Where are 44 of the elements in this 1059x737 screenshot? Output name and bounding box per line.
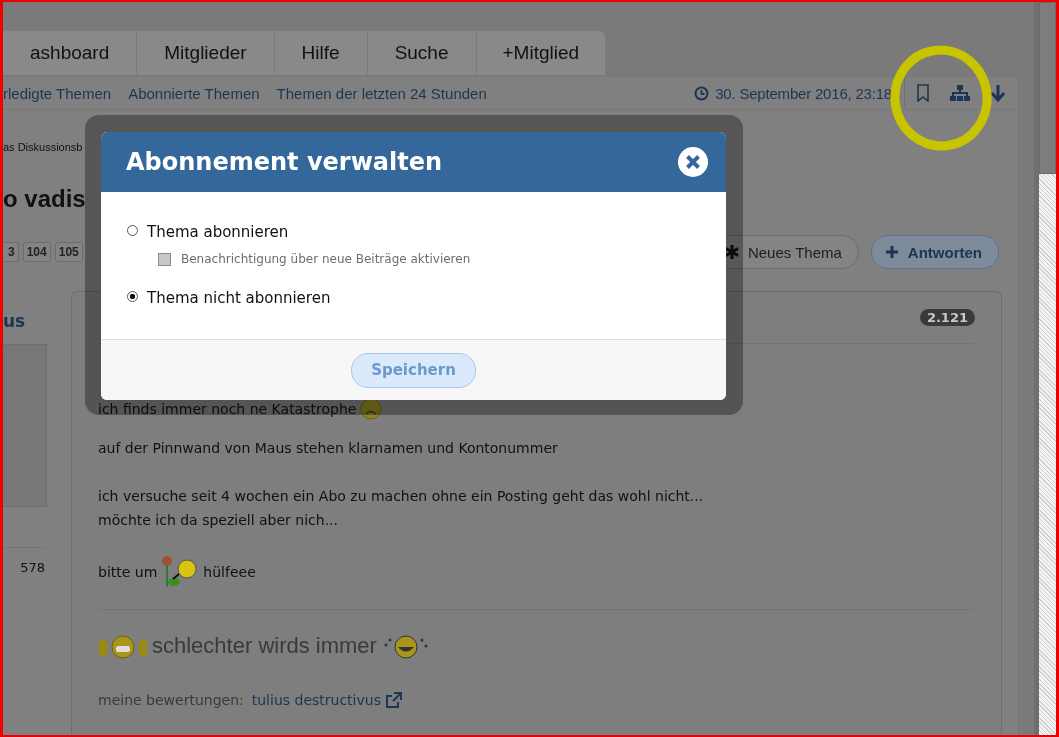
post-count: 578 bbox=[3, 547, 45, 575]
dialog-title: Abonnement verwalten bbox=[126, 148, 444, 176]
page-link[interactable]: 105 bbox=[54, 242, 83, 262]
rose-smiley-icon bbox=[161, 555, 200, 589]
radio-button[interactable] bbox=[127, 224, 138, 236]
nav-tab[interactable]: +Mitglied bbox=[476, 31, 607, 75]
post-datetime: 30. September 2016, 23:18 bbox=[715, 84, 892, 102]
ratings-label: meine bewertungen: bbox=[98, 692, 244, 708]
laughing-smiley-icon bbox=[382, 632, 429, 660]
reply-button[interactable]: Antworten bbox=[870, 235, 999, 269]
post-paragraph: ich versuche seit 4 wochen ein Abo zu machen ohne ein Posting geht das wohl nicht... möchte ich da speziell aber nich... bbox=[98, 487, 705, 530]
post-paragraph: auf der Pinnwand von Maus stehen klarnamen und Kontonummer bbox=[98, 439, 559, 458]
page-link[interactable]: 3 bbox=[3, 242, 19, 262]
thread-title: o vadis bbox=[3, 184, 87, 214]
close-icon[interactable] bbox=[677, 146, 709, 178]
post-number-badge[interactable]: 2.121 bbox=[919, 309, 975, 326]
radio-button[interactable] bbox=[127, 290, 138, 302]
nav-link[interactable]: rledigte Themen bbox=[3, 84, 112, 102]
post-paragraph: ich finds immer noch ne Katastrophe bbox=[98, 400, 357, 419]
nav-link[interactable]: Themen der letzten 24 Stunden bbox=[276, 84, 487, 102]
sitemap-icon[interactable] bbox=[950, 85, 970, 101]
thumbs-up-grin-icon bbox=[98, 633, 148, 659]
bookmark-icon[interactable] bbox=[916, 84, 930, 102]
sad-smiley-icon bbox=[360, 398, 383, 420]
nav-tab[interactable]: Mitglieder bbox=[137, 31, 275, 75]
post-text: bitte um bbox=[98, 564, 158, 580]
nav-tab[interactable]: Hilfe bbox=[274, 31, 368, 75]
ratings-link[interactable]: tulius destructivus bbox=[251, 692, 381, 708]
clock-icon bbox=[694, 85, 710, 101]
nav-tab[interactable]: Suche bbox=[367, 31, 477, 75]
arrow-down-icon[interactable] bbox=[990, 84, 1006, 102]
nav-tab[interactable]: ashboard bbox=[3, 31, 138, 75]
radio-label[interactable]: Thema nicht abonnieren bbox=[147, 289, 331, 307]
author-name[interactable]: us bbox=[3, 311, 71, 337]
asterisk-icon bbox=[724, 245, 739, 259]
post-text: hülfeee bbox=[203, 564, 256, 580]
nav-link[interactable]: Abonnierte Themen bbox=[128, 84, 260, 102]
save-button[interactable]: Speichern bbox=[351, 352, 476, 388]
signature-headline: schlechter wirds immer bbox=[152, 633, 377, 659]
scrollbar[interactable] bbox=[1039, 2, 1056, 735]
page-link[interactable]: 104 bbox=[22, 242, 51, 262]
plus-icon bbox=[884, 245, 899, 259]
external-link-icon[interactable] bbox=[384, 691, 402, 709]
radio-label[interactable]: Thema abonnieren bbox=[147, 223, 289, 241]
